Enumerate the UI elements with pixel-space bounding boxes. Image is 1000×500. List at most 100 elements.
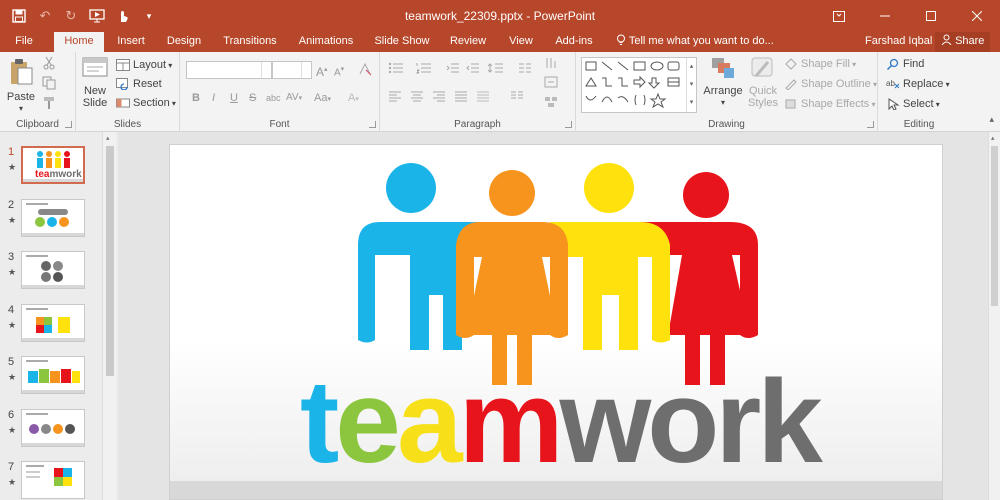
character-spacing-button[interactable]: AV▾ xyxy=(286,90,302,106)
shapes-gallery-scroll-icon[interactable]: ▴ ▾ ▾ xyxy=(686,58,696,112)
smartart-icon[interactable] xyxy=(544,96,558,112)
underline-button[interactable]: U xyxy=(230,90,238,106)
bullets-icon[interactable] xyxy=(388,62,406,78)
new-slide-button[interactable]: New Slide xyxy=(79,56,111,109)
current-slide[interactable]: teamwork xyxy=(169,144,943,500)
slide-thumbnails-pane: 1 ★ teamwork 2 ★ 3 ★ 4 ★ 5 ★ 6 ★ 7 ★ xyxy=(0,132,118,500)
tab-file[interactable]: File xyxy=(8,32,40,52)
bold-button[interactable]: B xyxy=(192,90,200,106)
svg-text:teamwork: teamwork xyxy=(35,169,82,180)
font-size-field[interactable] xyxy=(272,61,312,79)
slide-thumbnail-1[interactable]: teamwork xyxy=(21,146,85,184)
restore-icon[interactable] xyxy=(908,0,954,32)
font-name-field[interactable] xyxy=(186,61,272,79)
align-center-icon[interactable] xyxy=(410,90,424,106)
share-button[interactable]: Share xyxy=(935,32,991,52)
format-painter-icon[interactable] xyxy=(42,96,56,114)
slide-thumbnail-5[interactable] xyxy=(21,356,85,394)
slide-scroll-thumb[interactable] xyxy=(991,146,998,306)
copy-icon[interactable] xyxy=(42,76,56,94)
tell-me-box[interactable]: Tell me what you want to do... xyxy=(616,32,774,52)
select-button[interactable]: Select ▾ xyxy=(886,95,940,113)
tab-slide-show[interactable]: Slide Show xyxy=(370,32,434,52)
group-slides: New Slide Layout ▾ Reset Section ▾ Slide… xyxy=(76,52,180,132)
font-name-dropdown-icon[interactable] xyxy=(261,62,271,78)
text-shadow-button[interactable]: abc xyxy=(266,90,281,106)
tab-add-ins[interactable]: Add-ins xyxy=(550,32,598,52)
paragraph-launcher-icon[interactable] xyxy=(565,121,572,128)
scroll-up-icon[interactable]: ▴ xyxy=(991,134,995,142)
paste-icon xyxy=(4,58,38,89)
numbering-icon[interactable] xyxy=(416,62,434,78)
shrink-font-icon[interactable]: A▾ xyxy=(334,62,344,78)
tab-transitions[interactable]: Transitions xyxy=(218,32,282,52)
slide-thumbnail-6[interactable] xyxy=(21,409,85,447)
paste-dropdown-icon[interactable]: ▾ xyxy=(4,103,38,115)
collapse-ribbon-icon[interactable]: ▴ xyxy=(989,114,994,125)
font-size-dropdown-icon[interactable] xyxy=(301,62,311,78)
thumbnail-number-7: 7 xyxy=(8,461,15,473)
align-left-icon[interactable] xyxy=(388,90,402,106)
justify-icon[interactable] xyxy=(454,90,468,106)
paste-button[interactable]: Paste ▾ xyxy=(4,58,38,115)
slide-thumbnail-2[interactable] xyxy=(21,199,85,237)
find-button[interactable]: Find xyxy=(886,55,924,73)
strikethrough-button[interactable]: S xyxy=(249,90,256,106)
section-button[interactable]: Section ▾ xyxy=(116,94,176,112)
column-layout-icon[interactable] xyxy=(510,90,524,106)
italic-button[interactable]: I xyxy=(212,90,215,106)
close-icon[interactable] xyxy=(954,0,1000,32)
increase-indent-icon[interactable] xyxy=(466,62,480,78)
shape-fill-button[interactable]: Shape Fill ▾ xyxy=(784,55,856,73)
drawing-launcher-icon[interactable] xyxy=(867,121,874,128)
slide-title-teamwork[interactable]: teamwork xyxy=(300,363,823,481)
drawing-group-label: Drawing xyxy=(708,119,745,130)
align-text-icon[interactable] xyxy=(544,76,558,92)
tab-view[interactable]: View xyxy=(502,32,540,52)
decrease-indent-icon[interactable] xyxy=(446,62,460,78)
shapes-gallery[interactable]: ▴ ▾ ▾ xyxy=(581,57,697,113)
tab-animations[interactable]: Animations xyxy=(294,32,358,52)
shape-effects-button[interactable]: Shape Effects ▾ xyxy=(784,95,876,113)
shape-outline-button[interactable]: Shape Outline ▾ xyxy=(784,75,877,93)
user-name[interactable]: Farshad Iqbal xyxy=(865,32,932,52)
ribbon-display-icon[interactable] xyxy=(816,0,862,32)
align-right-icon[interactable] xyxy=(432,90,446,106)
font-launcher-icon[interactable] xyxy=(369,121,376,128)
distributed-icon[interactable] xyxy=(476,90,490,106)
slide-scrollbar[interactable]: ▴ xyxy=(988,132,1000,500)
text-direction-icon[interactable] xyxy=(544,56,558,72)
grow-font-icon[interactable]: A▴ xyxy=(316,62,328,79)
thumbnails-scroll-thumb[interactable] xyxy=(106,146,114,376)
ribbon-tabs: File Home Insert Design Transitions Anim… xyxy=(0,32,1000,53)
find-label: Find xyxy=(903,58,925,70)
reset-button[interactable]: Reset xyxy=(116,75,162,93)
line-spacing-icon[interactable] xyxy=(487,62,504,78)
slide-thumbnail-7[interactable] xyxy=(21,461,85,499)
replace-button[interactable]: ab Replace ▾ xyxy=(886,75,950,93)
group-paragraph: Paragraph xyxy=(380,52,576,132)
cut-icon[interactable] xyxy=(42,56,56,74)
font-color-icon[interactable]: A▾ xyxy=(348,90,359,106)
tab-home[interactable]: Home xyxy=(54,32,104,53)
clear-formatting-icon[interactable] xyxy=(358,62,372,78)
tab-review[interactable]: Review xyxy=(446,32,490,52)
tab-design[interactable]: Design xyxy=(162,32,206,52)
columns-icon[interactable] xyxy=(518,62,532,78)
letter-e: e xyxy=(335,356,401,488)
minimize-icon[interactable] xyxy=(862,0,908,32)
arrange-button[interactable]: Arrange ▾ xyxy=(702,56,744,109)
share-label: Share xyxy=(955,35,985,47)
layout-button[interactable]: Layout ▾ xyxy=(116,56,172,74)
thumbnails-scrollbar[interactable]: ▴ xyxy=(102,132,116,500)
slide-thumbnail-4[interactable] xyxy=(21,304,85,342)
slide-thumbnail-3[interactable] xyxy=(21,251,85,289)
animation-star-icon: ★ xyxy=(8,320,17,330)
clipboard-launcher-icon[interactable] xyxy=(65,121,72,128)
quick-styles-button[interactable]: Quick Styles xyxy=(744,56,782,109)
slides-group-label: Slides xyxy=(113,119,142,130)
scroll-up-icon[interactable]: ▴ xyxy=(106,134,110,142)
tab-insert[interactable]: Insert xyxy=(110,32,152,52)
change-case-button[interactable]: Aa▾ xyxy=(314,90,331,106)
arrange-icon xyxy=(702,56,744,83)
